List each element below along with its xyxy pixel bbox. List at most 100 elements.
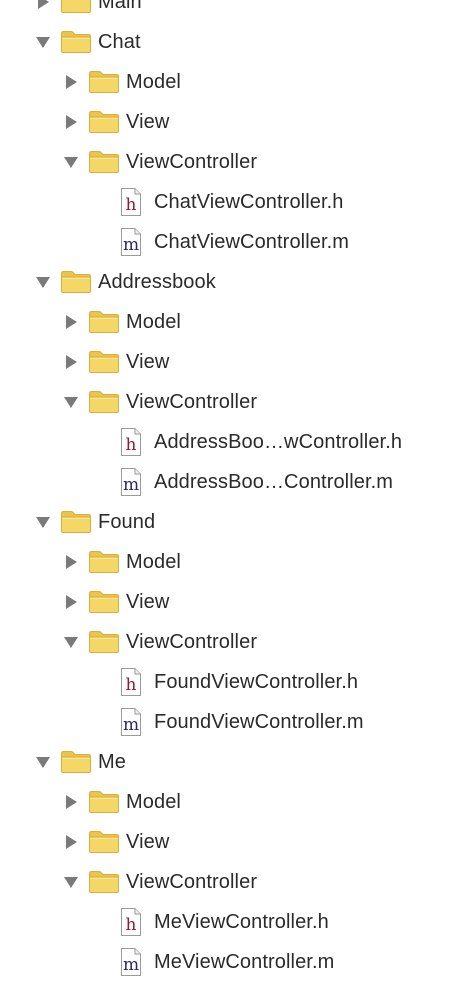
disclosure-collapsed-icon[interactable] bbox=[63, 74, 79, 90]
folder-label: ViewController bbox=[126, 871, 258, 893]
group-folder-label: Found bbox=[98, 511, 156, 533]
folder-icon bbox=[89, 71, 119, 93]
folder-icon bbox=[89, 391, 119, 413]
tree-row-folder[interactable]: ViewController bbox=[0, 862, 462, 902]
disclosure-collapsed-icon[interactable] bbox=[35, 0, 51, 10]
folder-label: ViewController bbox=[126, 631, 258, 653]
tree-row-folder[interactable]: ViewController bbox=[0, 622, 462, 662]
folder-icon bbox=[89, 591, 119, 613]
group-folder-label: Main bbox=[98, 0, 142, 13]
folder-icon bbox=[89, 111, 119, 133]
svg-text:h: h bbox=[126, 675, 137, 695]
file-label: ChatViewController.m bbox=[154, 231, 350, 253]
folder-label: ViewController bbox=[126, 391, 258, 413]
folder-icon bbox=[61, 31, 91, 53]
tree-row-file[interactable]: h ChatViewController.h bbox=[0, 182, 462, 222]
tree-row-folder[interactable]: View bbox=[0, 582, 462, 622]
group-folder-label: Chat bbox=[98, 31, 141, 53]
disclosure-expanded-icon[interactable] bbox=[63, 154, 79, 170]
disclosure-collapsed-icon[interactable] bbox=[63, 834, 79, 850]
file-label: ChatViewController.h bbox=[154, 191, 344, 213]
svg-text:m: m bbox=[123, 235, 139, 255]
tree-row-group[interactable]: Addressbook bbox=[0, 262, 462, 302]
tree-row-folder[interactable]: View bbox=[0, 102, 462, 142]
folder-icon bbox=[89, 831, 119, 853]
disclosure-expanded-icon[interactable] bbox=[63, 394, 79, 410]
tree-row-folder[interactable]: View bbox=[0, 822, 462, 862]
svg-text:h: h bbox=[126, 195, 137, 215]
svg-text:m: m bbox=[123, 475, 139, 495]
folder-icon bbox=[61, 0, 91, 13]
group-folder-label: Me bbox=[98, 751, 126, 773]
implementation-file-icon: m bbox=[121, 708, 141, 736]
folder-label: Model bbox=[126, 791, 181, 813]
tree-row-file[interactable]: m FoundViewController.m bbox=[0, 702, 462, 742]
tree-row-file[interactable]: m ChatViewController.m bbox=[0, 222, 462, 262]
tree-row-group[interactable]: Found bbox=[0, 502, 462, 542]
disclosure-collapsed-icon[interactable] bbox=[63, 114, 79, 130]
disclosure-collapsed-icon[interactable] bbox=[63, 354, 79, 370]
svg-text:m: m bbox=[123, 955, 139, 975]
disclosure-collapsed-icon[interactable] bbox=[63, 794, 79, 810]
tree-row-folder[interactable]: Model bbox=[0, 62, 462, 102]
folder-icon bbox=[89, 311, 119, 333]
folder-icon bbox=[89, 351, 119, 373]
tree-row-folder[interactable]: Model bbox=[0, 782, 462, 822]
header-file-icon: h bbox=[121, 668, 141, 696]
svg-text:m: m bbox=[123, 715, 139, 735]
folder-icon bbox=[89, 631, 119, 653]
implementation-file-icon: m bbox=[121, 468, 141, 496]
project-navigator-tree: Main Chat Model View ViewController h ChatView… bbox=[0, 0, 462, 982]
folder-icon bbox=[89, 871, 119, 893]
file-label: AddressBoo…wController.h bbox=[154, 431, 403, 453]
svg-text:h: h bbox=[126, 915, 137, 935]
tree-row-group[interactable]: Main bbox=[0, 0, 462, 22]
implementation-file-icon: m bbox=[121, 948, 141, 976]
disclosure-expanded-icon[interactable] bbox=[35, 754, 51, 770]
header-file-icon: h bbox=[121, 188, 141, 216]
group-folder-label: Addressbook bbox=[98, 271, 216, 293]
folder-icon bbox=[89, 791, 119, 813]
folder-label: Model bbox=[126, 311, 181, 333]
file-label: FoundViewController.m bbox=[154, 711, 364, 733]
file-label: MeViewController.h bbox=[154, 911, 329, 933]
disclosure-expanded-icon[interactable] bbox=[63, 874, 79, 890]
tree-row-file[interactable]: h MeViewController.h bbox=[0, 902, 462, 942]
folder-label: View bbox=[126, 831, 170, 853]
disclosure-collapsed-icon[interactable] bbox=[63, 554, 79, 570]
folder-icon bbox=[89, 151, 119, 173]
folder-icon bbox=[61, 751, 91, 773]
folder-icon bbox=[61, 511, 91, 533]
header-file-icon: h bbox=[121, 428, 141, 456]
tree-row-folder[interactable]: Model bbox=[0, 302, 462, 342]
file-label: MeViewController.m bbox=[154, 951, 335, 973]
tree-row-file[interactable]: m MeViewController.m bbox=[0, 942, 462, 982]
file-label: FoundViewController.h bbox=[154, 671, 359, 693]
disclosure-expanded-icon[interactable] bbox=[35, 274, 51, 290]
tree-row-folder[interactable]: Model bbox=[0, 542, 462, 582]
disclosure-collapsed-icon[interactable] bbox=[63, 314, 79, 330]
folder-label: View bbox=[126, 351, 170, 373]
tree-row-file[interactable]: m AddressBoo…Controller.m bbox=[0, 462, 462, 502]
tree-row-group[interactable]: Chat bbox=[0, 22, 462, 62]
tree-row-file[interactable]: h FoundViewController.h bbox=[0, 662, 462, 702]
tree-row-folder[interactable]: ViewController bbox=[0, 382, 462, 422]
folder-label: View bbox=[126, 111, 170, 133]
folder-label: View bbox=[126, 591, 170, 613]
header-file-icon: h bbox=[121, 908, 141, 936]
implementation-file-icon: m bbox=[121, 228, 141, 256]
folder-label: Model bbox=[126, 551, 181, 573]
folder-label: ViewController bbox=[126, 151, 258, 173]
svg-text:h: h bbox=[126, 435, 137, 455]
disclosure-collapsed-icon[interactable] bbox=[63, 594, 79, 610]
folder-icon bbox=[61, 271, 91, 293]
disclosure-expanded-icon[interactable] bbox=[35, 34, 51, 50]
tree-row-folder[interactable]: View bbox=[0, 342, 462, 382]
folder-icon bbox=[89, 551, 119, 573]
tree-row-group[interactable]: Me bbox=[0, 742, 462, 782]
tree-row-folder[interactable]: ViewController bbox=[0, 142, 462, 182]
tree-row-file[interactable]: h AddressBoo…wController.h bbox=[0, 422, 462, 462]
disclosure-expanded-icon[interactable] bbox=[35, 514, 51, 530]
file-label: AddressBoo…Controller.m bbox=[154, 471, 394, 493]
disclosure-expanded-icon[interactable] bbox=[63, 634, 79, 650]
